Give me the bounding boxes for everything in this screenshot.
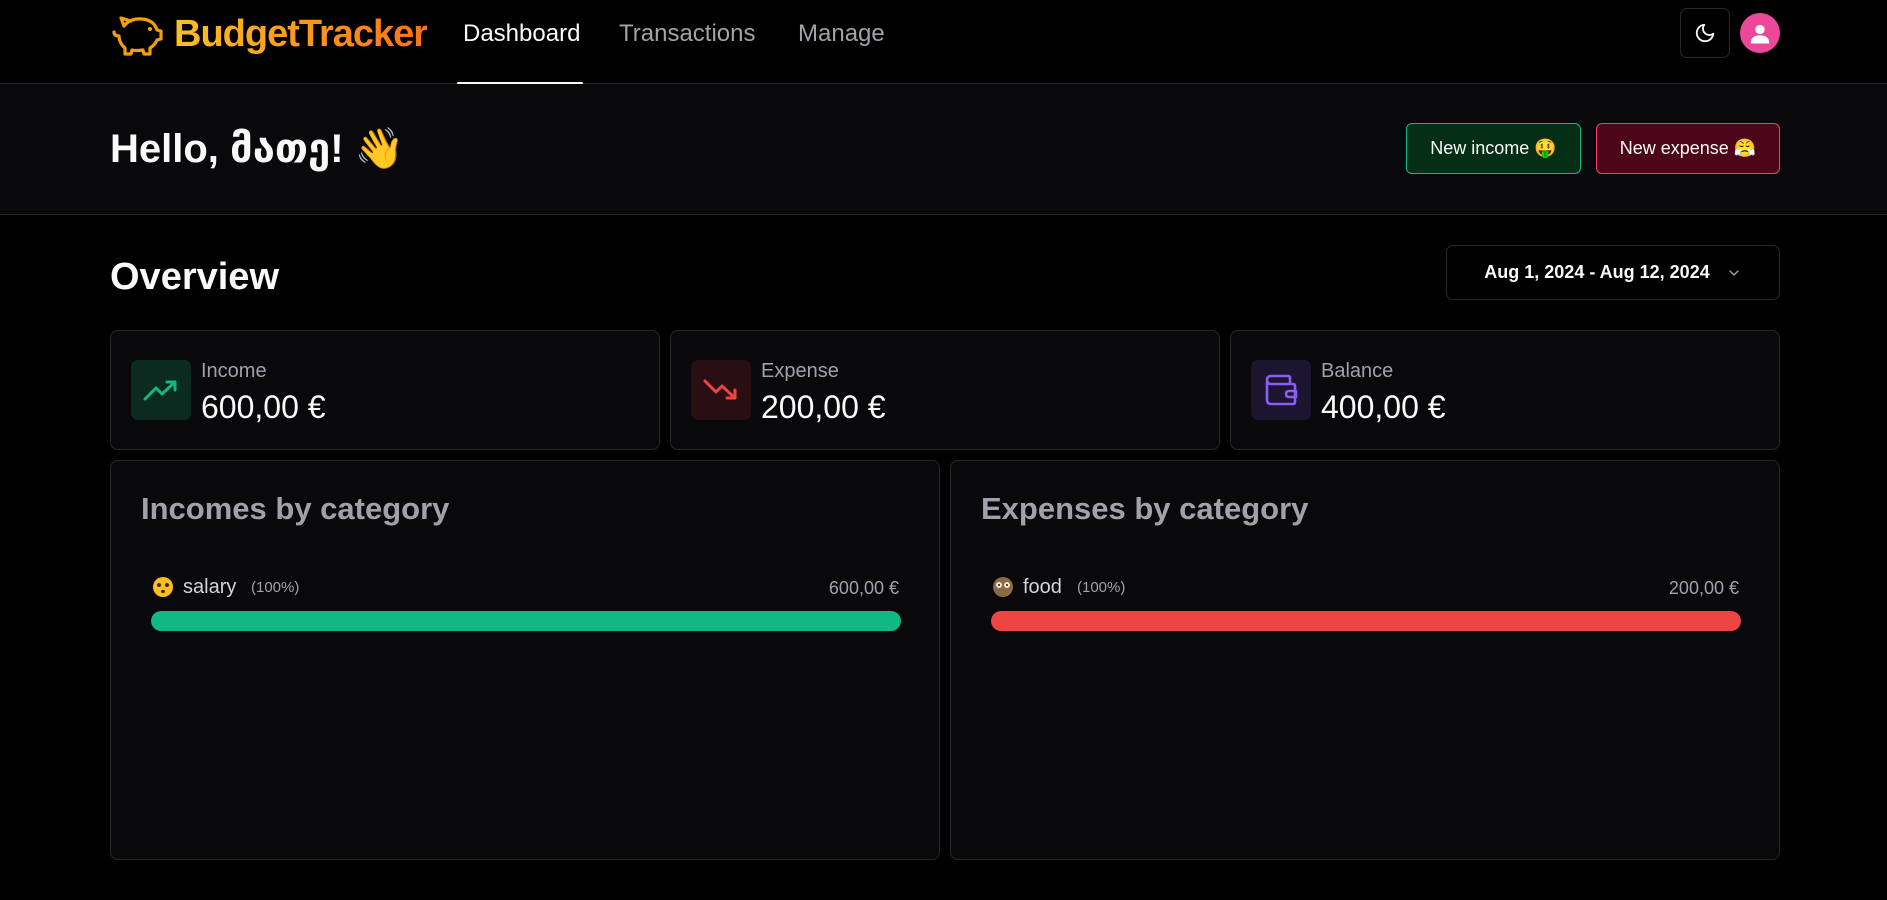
theme-toggle-button[interactable]	[1680, 8, 1730, 58]
overview-title: Overview	[110, 256, 279, 298]
expense-category-amount: 200,00 €	[1668, 578, 1739, 598]
user-icon	[1750, 24, 1770, 44]
date-range-picker[interactable]: Aug 1, 2024 - Aug 12, 2024	[1446, 245, 1780, 300]
balance-stat-card: Balance 400,00 €	[1230, 330, 1780, 450]
income-category-progress-fill	[151, 611, 901, 631]
expense-category-percent: (100%)	[1077, 579, 1126, 596]
balance-label: Balance	[1321, 360, 1394, 382]
top-navbar: BudgetTracker Dashboard Transactions Man…	[0, 0, 1887, 85]
expense-category-progress-fill	[991, 611, 1741, 631]
balance-value: 400,00 €	[1321, 389, 1446, 425]
nav-dashboard[interactable]: Dashboard	[463, 18, 580, 50]
trending-up-icon	[131, 360, 191, 420]
expenses-by-category-card: Expenses by category food (100%) 200,00 …	[950, 460, 1780, 860]
nav-manage[interactable]: Manage	[798, 18, 885, 50]
income-category-percent: (100%)	[251, 579, 300, 596]
expense-label: Expense	[761, 360, 839, 382]
new-income-button[interactable]: New income 🤑	[1406, 123, 1581, 174]
chevron-down-icon	[1729, 269, 1739, 276]
wallet-icon	[1251, 360, 1311, 420]
income-category-name: salary	[183, 576, 237, 598]
income-label: Income	[201, 360, 267, 382]
nav-transactions[interactable]: Transactions	[619, 18, 756, 50]
logo[interactable]: BudgetTracker	[110, 12, 428, 56]
trending-down-icon	[691, 360, 751, 420]
expense-value: 200,00 €	[761, 389, 886, 425]
expense-category-name: food	[1023, 576, 1062, 598]
user-avatar-button[interactable]	[1740, 13, 1780, 53]
date-range-value: Aug 1, 2024 - Aug 12, 2024	[1484, 262, 1710, 282]
flushed-face-icon	[153, 577, 173, 597]
greeting-text: Hello, მათე! 👋	[110, 127, 405, 171]
income-category-progress-bar	[151, 611, 901, 631]
expenses-by-category-title: Expenses by category	[981, 491, 1309, 526]
income-stat-card: Income 600,00 €	[110, 330, 660, 450]
incomes-by-category-title: Incomes by category	[141, 491, 450, 526]
income-value: 600,00 €	[201, 389, 326, 425]
piggy-bank-icon	[112, 16, 163, 56]
greeting-band: Hello, მათე! 👋 New income 🤑 New expense …	[0, 84, 1887, 215]
expense-stat-card: Expense 200,00 €	[670, 330, 1220, 450]
app-name: BudgetTracker	[174, 12, 428, 55]
moon-icon	[1695, 23, 1715, 43]
owl-icon	[993, 577, 1013, 597]
expense-category-progress-bar	[991, 611, 1741, 631]
new-expense-button[interactable]: New expense 😤	[1596, 123, 1780, 174]
incomes-by-category-card: Incomes by category salary (100%) 600,00…	[110, 460, 940, 860]
income-category-amount: 600,00 €	[828, 578, 899, 598]
